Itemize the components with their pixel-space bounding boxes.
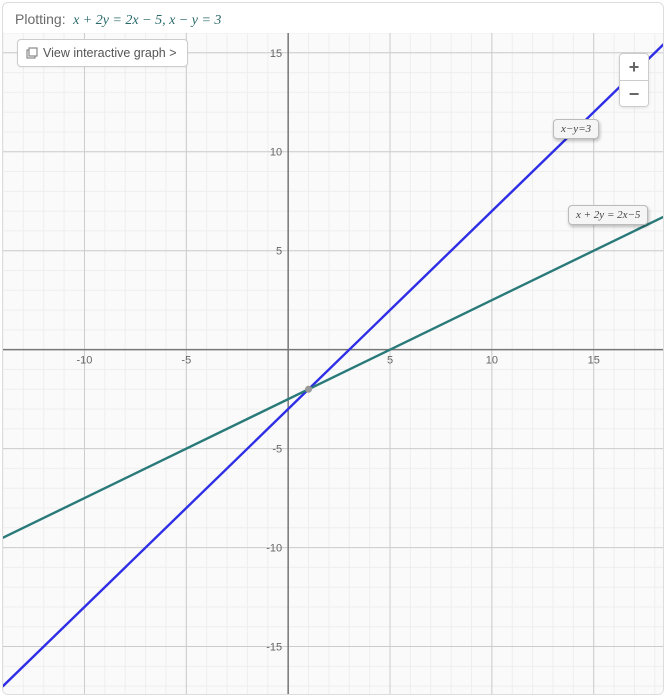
plot-area[interactable]: -10 -5 5 10 15 5 10 15 -5 -10 -15 x−y=3 x + 2y = 2…: [3, 33, 663, 694]
plot-header: Plotting: x + 2y = 2x − 5, x − y = 3: [3, 3, 663, 37]
svg-text:5: 5: [276, 246, 282, 258]
header-label: Plotting:: [15, 11, 66, 27]
svg-text:10: 10: [270, 147, 282, 159]
line1-label: x−y=3: [553, 119, 599, 139]
svg-text:-15: -15: [266, 642, 282, 654]
svg-text:10: 10: [486, 355, 498, 367]
svg-text:-10: -10: [77, 355, 93, 367]
zoom-out-button[interactable]: −: [620, 80, 648, 106]
header-expression: x + 2y = 2x − 5, x − y = 3: [73, 13, 221, 28]
plot-container: Plotting: x + 2y = 2x − 5, x − y = 3 Vie…: [2, 2, 664, 695]
zoom-in-button[interactable]: +: [620, 54, 648, 80]
svg-text:-10: -10: [266, 543, 282, 555]
svg-text:-5: -5: [181, 355, 191, 367]
svg-text:-5: -5: [272, 444, 282, 456]
interactive-button-label: View interactive graph >: [43, 46, 177, 60]
popout-icon: [26, 47, 38, 59]
view-interactive-button[interactable]: View interactive graph >: [17, 39, 188, 67]
svg-text:5: 5: [387, 355, 393, 367]
line2-label: x + 2y = 2x−5: [568, 205, 648, 225]
zoom-controls: + −: [619, 53, 649, 107]
svg-text:15: 15: [270, 48, 282, 60]
svg-text:15: 15: [588, 355, 600, 367]
